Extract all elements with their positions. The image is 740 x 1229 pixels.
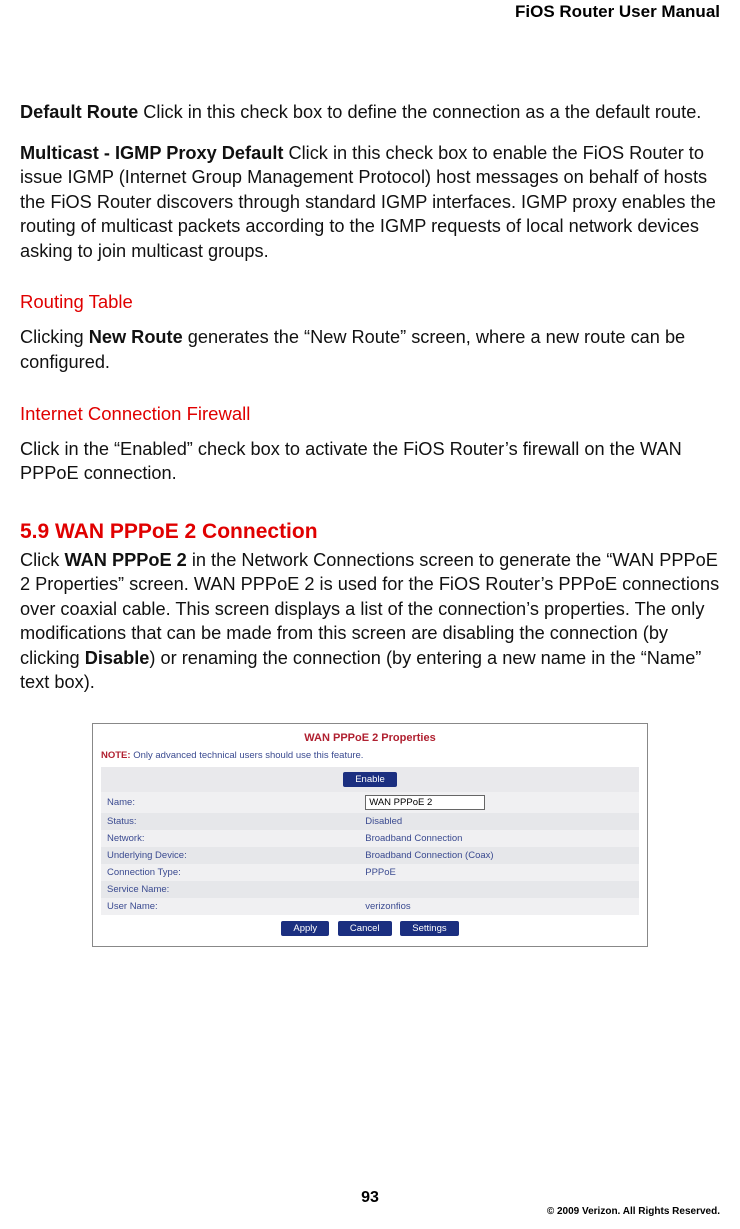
table-row: Status: Disabled	[101, 813, 639, 830]
header-title: FiOS Router User Manual	[515, 2, 720, 21]
row-network-val: Broadband Connection	[359, 830, 639, 847]
table-row: Service Name:	[101, 881, 639, 898]
row-servname-key: Service Name:	[101, 881, 359, 898]
rt-text-a: Clicking	[20, 327, 89, 347]
row-username-key: User Name:	[101, 898, 359, 915]
cancel-button[interactable]: Cancel	[338, 921, 392, 936]
row-status-key: Status:	[101, 813, 359, 830]
ss-title: WAN PPPoE 2 Properties	[101, 732, 639, 744]
row-username-val: verizonfios	[359, 898, 639, 915]
name-input[interactable]	[365, 795, 485, 810]
ss-enable-row: Enable	[101, 767, 639, 792]
rt-new-route: New Route	[89, 327, 183, 347]
row-status-val: Disabled	[359, 813, 639, 830]
page-content: Default Route Click in this check box to…	[20, 100, 720, 947]
igmp-label: Multicast - IGMP Proxy Default	[20, 143, 283, 163]
page-number: 93	[0, 1189, 740, 1207]
heading-icf: Internet Connection Firewall	[20, 403, 720, 425]
ss-note-text: Only advanced technical users should use…	[131, 750, 364, 761]
enable-button[interactable]: Enable	[343, 772, 397, 787]
ss-note: NOTE: Only advanced technical users shou…	[101, 750, 639, 761]
row-servname-val	[359, 881, 639, 898]
default-route-text: Click in this check box to define the co…	[138, 102, 701, 122]
heading-routing-table: Routing Table	[20, 291, 720, 313]
row-underlying-val: Broadband Connection (Coax)	[359, 847, 639, 864]
page-header: FiOS Router User Manual	[20, 0, 720, 22]
ss-table: Enable Name: Status: Disabled Network: B…	[101, 767, 639, 915]
para-icf: Click in the “Enabled” check box to acti…	[20, 437, 720, 486]
p5-d: Disable	[85, 648, 150, 668]
row-underlying-key: Underlying Device:	[101, 847, 359, 864]
p5-a: Click	[20, 550, 64, 570]
table-row: Name:	[101, 792, 639, 813]
ss-button-row: Apply Cancel Settings	[101, 915, 639, 940]
row-name-key: Name:	[101, 792, 359, 813]
row-conntype-val: PPPoE	[359, 864, 639, 881]
table-row: Network: Broadband Connection	[101, 830, 639, 847]
para-routing-table: Clicking New Route generates the “New Ro…	[20, 325, 720, 374]
para-igmp: Multicast - IGMP Proxy Default Click in …	[20, 141, 720, 264]
para-wan-pppoe2: Click WAN PPPoE 2 in the Network Connect…	[20, 548, 720, 695]
copyright: © 2009 Verizon. All Rights Reserved.	[547, 1206, 720, 1217]
ss-note-label: NOTE:	[101, 750, 131, 761]
para-default-route: Default Route Click in this check box to…	[20, 100, 720, 125]
p5-b: WAN PPPoE 2	[64, 550, 186, 570]
table-row: Connection Type: PPPoE	[101, 864, 639, 881]
default-route-label: Default Route	[20, 102, 138, 122]
settings-button[interactable]: Settings	[400, 921, 458, 936]
table-row: Underlying Device: Broadband Connection …	[101, 847, 639, 864]
heading-5-9: 5.9 WAN PPPoE 2 Connection	[20, 520, 720, 544]
screenshot-panel: WAN PPPoE 2 Properties NOTE: Only advanc…	[92, 723, 648, 947]
apply-button[interactable]: Apply	[281, 921, 329, 936]
row-conntype-key: Connection Type:	[101, 864, 359, 881]
row-network-key: Network:	[101, 830, 359, 847]
table-row: User Name: verizonfios	[101, 898, 639, 915]
